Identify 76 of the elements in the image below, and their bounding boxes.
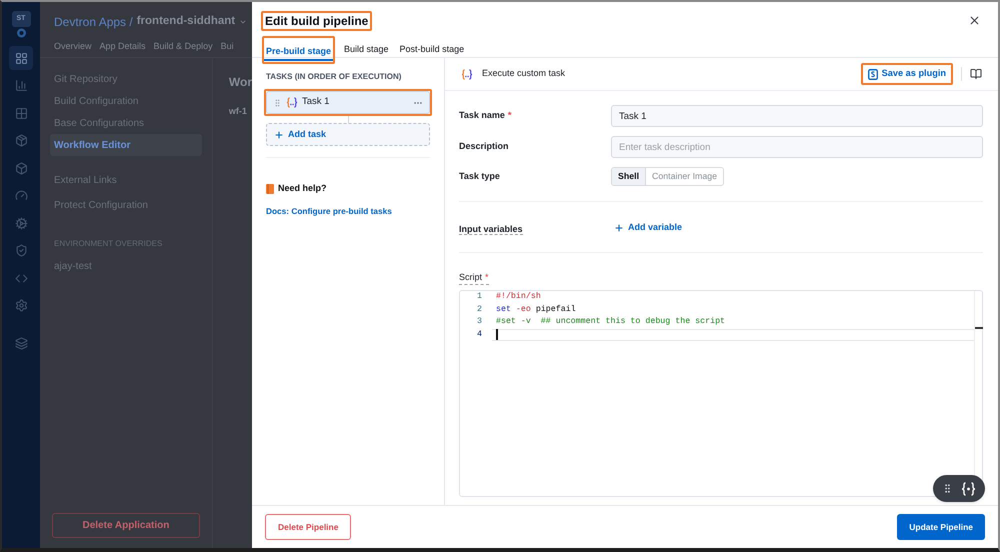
logo-icon [16, 28, 26, 38]
code-line: set -eo pipefail [495, 304, 577, 316]
connector-line [348, 116, 349, 123]
close-button[interactable] [968, 14, 981, 27]
stage-tab[interactable]: Pre-build stage [264, 44, 334, 61]
app-tab[interactable]: Build & Deploy [154, 40, 213, 54]
code-line: #set -v ## uncomment this to debug the script [495, 316, 726, 328]
nav-item[interactable]: Base Configurations [50, 112, 202, 134]
tasks-heading: TASKS (IN ORDER OF EXECUTION) [265, 71, 402, 83]
text-cursor [496, 329, 498, 340]
save-as-plugin-button[interactable]: Save as plugin [862, 65, 951, 83]
page-heading: Wor [228, 74, 252, 91]
docs-button[interactable] [970, 68, 982, 80]
package-icon [14, 134, 28, 147]
app-name: frontend-siddhant [136, 14, 236, 30]
drag-handle-icon[interactable] [942, 482, 953, 495]
field-label: Description [459, 140, 510, 154]
text-field[interactable]: Enter task description [611, 136, 983, 158]
help-title: Need help? [278, 182, 327, 195]
settings-icon [14, 299, 28, 312]
line-number: 2 [476, 304, 482, 316]
shield-check-icon [14, 244, 28, 257]
add-variable-button[interactable]: Add variable [611, 220, 682, 234]
text-field[interactable]: Task 1 [611, 105, 983, 127]
document-icon [868, 68, 878, 80]
stage-tab[interactable]: Build stage [342, 42, 391, 58]
code-line: #!/bin/sh [495, 291, 542, 303]
line-number: 1 [476, 291, 482, 303]
book-icon [266, 184, 274, 194]
segment-option[interactable]: Shell [612, 168, 646, 185]
cube-icon [14, 162, 28, 174]
line-number: 4 [476, 328, 482, 340]
plus-icon [614, 222, 624, 232]
delete-pipeline-button[interactable]: Delete Pipeline [265, 514, 352, 540]
update-pipeline-button[interactable]: Update Pipeline [897, 514, 985, 540]
breadcrumb-link[interactable]: Devtron Apps / [54, 13, 133, 31]
braces-icon [286, 97, 298, 108]
docs-link[interactable]: Docs: Configure pre-build tasks [264, 204, 432, 217]
task-item[interactable]: Task 1 [266, 91, 430, 114]
delete-application-button[interactable]: Delete Application [52, 513, 200, 538]
close-icon [968, 14, 981, 27]
nav-item[interactable]: ajay-test [50, 254, 202, 279]
drag-handle-icon [273, 98, 282, 108]
gauge-icon [14, 189, 28, 202]
app-tab[interactable]: Overview [54, 40, 92, 54]
gear-icon [14, 216, 28, 230]
field-label: Task type [459, 170, 501, 183]
segment-option[interactable]: Container Image [645, 168, 724, 185]
nav-item[interactable]: Git Repository [50, 68, 202, 90]
stage-tab[interactable]: Post-build stage [398, 42, 466, 58]
plus-icon [274, 130, 284, 140]
sidebar-nav-button[interactable] [9, 46, 33, 70]
chevron-down-icon [239, 18, 248, 26]
ruler-mark [975, 327, 983, 329]
line-number: 3 [476, 316, 482, 328]
workflow-name: wf-1 [228, 105, 248, 118]
task-type-heading: Execute custom task [482, 67, 566, 80]
add-task-button[interactable]: Add task [266, 123, 430, 146]
book-icon [970, 68, 982, 80]
code-icon [14, 272, 28, 284]
braces-icon[interactable] [961, 482, 976, 496]
app-tab[interactable]: Bui [220, 40, 234, 54]
script-label: Script * [459, 271, 489, 285]
grid-icon [14, 52, 28, 64]
input-variables-label: Input variables [459, 222, 524, 236]
app-tab[interactable]: App Details [100, 40, 146, 54]
nav-item[interactable]: Protect Configuration [50, 193, 202, 218]
braces-icon [461, 68, 473, 80]
nav-item[interactable]: Workflow Editor [50, 134, 202, 156]
bar-chart-icon [14, 79, 28, 92]
grid-icon [14, 106, 28, 120]
modal-title: Edit build pipeline [264, 13, 370, 29]
field-label: Task name * [459, 109, 512, 122]
layers-icon [14, 336, 28, 350]
nav-item[interactable]: External Links [50, 168, 202, 193]
nav-item[interactable]: Build Configuration [50, 90, 202, 112]
